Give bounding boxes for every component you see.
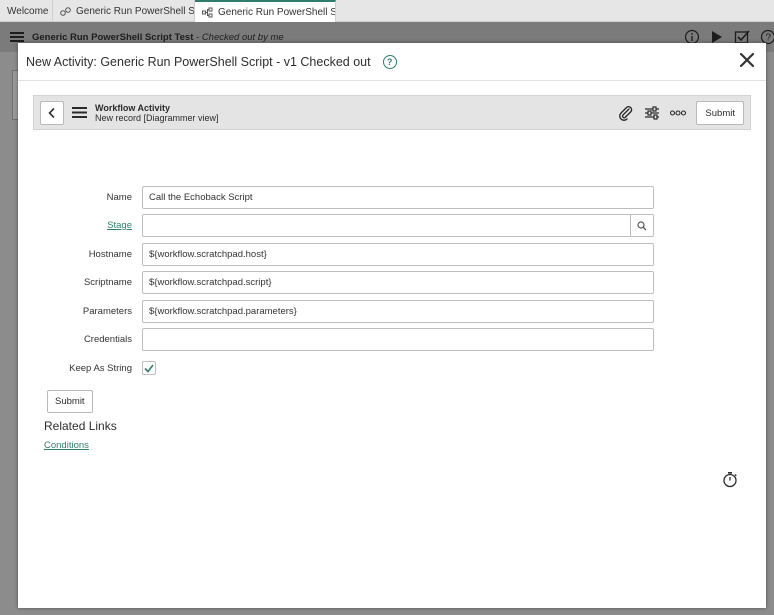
tab-workflow-1[interactable]: Generic Run PowerShell Sc... — [53, 0, 195, 22]
scriptname-row: Scriptname ${workflow.scratchpad.script} — [18, 271, 766, 295]
scriptname-field[interactable]: ${workflow.scratchpad.script} — [142, 271, 654, 294]
tab-label: Welcome — [7, 5, 49, 17]
hostname-label: Hostname — [88, 249, 132, 260]
workflow-icon — [202, 7, 213, 17]
related-links-heading: Related Links — [44, 419, 117, 433]
form-titles: Workflow Activity New record [Diagrammer… — [95, 103, 219, 123]
svg-text:?: ? — [766, 33, 772, 44]
search-icon — [637, 220, 647, 230]
app-header-title: Generic Run PowerShell Script Test - Che… — [32, 32, 284, 43]
tab-welcome[interactable]: Welcome — [0, 0, 53, 22]
hostname-row: Hostname ${workflow.scratchpad.host} — [18, 243, 766, 267]
workflow-status: - Checked out by me — [196, 31, 284, 43]
tab-label: Generic Run PowerShell Sc... — [218, 6, 335, 18]
more-options-icon[interactable] — [670, 109, 687, 117]
stage-lookup-button[interactable] — [630, 214, 654, 237]
credentials-row: Credentials — [18, 328, 766, 352]
hostname-field[interactable]: ${workflow.scratchpad.host} — [142, 243, 654, 266]
submit-button[interactable]: Submit — [47, 390, 93, 413]
form-header-actions: Submit — [618, 101, 744, 125]
credentials-label: Credentials — [83, 334, 132, 345]
parameters-label: Parameters — [82, 306, 132, 317]
scriptname-label: Scriptname — [83, 277, 132, 288]
conditions-link[interactable]: Conditions — [44, 440, 89, 451]
keep-as-string-row: Keep As String — [18, 357, 766, 381]
keep-as-string-checkbox[interactable] — [142, 361, 156, 375]
dialog-title: New Activity: Generic Run PowerShell Scr… — [26, 54, 371, 69]
hamburger-menu-icon[interactable] — [10, 31, 24, 43]
personalize-form-icon[interactable] — [644, 105, 660, 121]
workflow-title: Generic Run PowerShell Script Test — [32, 31, 194, 43]
stage-field[interactable] — [142, 214, 631, 237]
form-view-name: New record [Diagrammer view] — [95, 112, 219, 123]
name-field[interactable]: Call the Echoback Script — [142, 186, 654, 209]
workflow-icon — [60, 6, 71, 16]
dialog-header: New Activity: Generic Run PowerShell Scr… — [18, 43, 766, 81]
chevron-left-icon — [48, 107, 55, 118]
back-button[interactable] — [40, 100, 64, 125]
credentials-field[interactable] — [142, 328, 654, 351]
browser-tab-bar: Welcome Generic Run PowerShell Sc... Gen… — [0, 0, 774, 22]
new-activity-dialog: New Activity: Generic Run PowerShell Scr… — [18, 43, 766, 608]
tab-label: Generic Run PowerShell Sc... — [76, 5, 195, 17]
parameters-field[interactable]: ${workflow.scratchpad.parameters} — [142, 300, 654, 323]
form-header-bar: Workflow Activity New record [Diagrammer… — [33, 95, 751, 130]
name-label: Name — [106, 192, 132, 203]
context-menu-icon[interactable] — [72, 106, 87, 119]
tab-workflow-2[interactable]: Generic Run PowerShell Sc... — [195, 0, 336, 22]
name-row: Name Call the Echoback Script — [18, 186, 766, 210]
form-table-name: Workflow Activity — [95, 102, 171, 113]
attachment-icon[interactable] — [618, 105, 634, 121]
help-icon[interactable]: ? — [382, 54, 397, 69]
checkmark-icon — [144, 364, 154, 373]
parameters-row: Parameters ${workflow.scratchpad.paramet… — [18, 300, 766, 324]
keep-as-string-label: Keep As String — [69, 363, 132, 374]
close-icon[interactable] — [738, 51, 756, 69]
stage-label-link[interactable]: Stage — [107, 220, 132, 231]
stage-row: Stage — [18, 214, 766, 238]
header-submit-button[interactable]: Submit — [696, 101, 744, 125]
stopwatch-icon[interactable] — [722, 471, 738, 488]
